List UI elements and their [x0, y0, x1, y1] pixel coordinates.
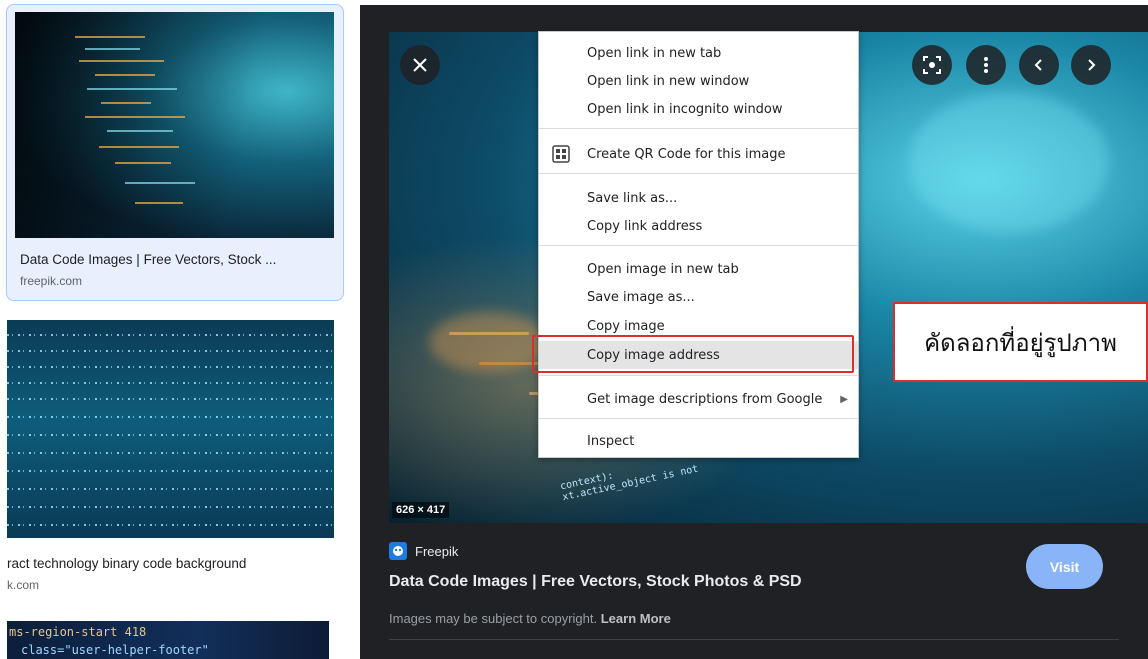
result-thumbnail-3[interactable]: ms-region-start 418 class="user-helper-f… — [7, 621, 329, 659]
result-source-2: k.com — [7, 578, 40, 592]
menu-separator — [539, 418, 858, 419]
lens-button[interactable] — [912, 45, 952, 85]
source-row[interactable]: Freepik — [389, 540, 458, 562]
context-menu: Open link in new tab Open link in new wi… — [538, 31, 859, 458]
menu-item-open-image-new-tab[interactable]: Open image in new tab — [539, 255, 858, 283]
image-dimensions: 626 × 417 — [392, 502, 450, 518]
results-column: Data Code Images | Free Vectors, Stock .… — [0, 0, 350, 659]
divider — [389, 639, 1119, 640]
visit-button[interactable]: Visit — [1026, 544, 1103, 589]
menu-item-save-link-as[interactable]: Save link as... — [539, 184, 858, 212]
menu-separator — [539, 173, 858, 174]
callout-text: คัดลอกที่อยู่รูปภาพ — [924, 328, 1117, 357]
submenu-arrow-icon: ▶ — [840, 393, 848, 405]
result-thumbnail-2[interactable] — [7, 320, 334, 538]
source-name: Freepik — [415, 543, 459, 559]
qr-code-icon — [552, 145, 570, 163]
copyright-text: Images may be subject to copyright. — [389, 611, 598, 626]
code-snippet-1: ms-region-start 418 — [9, 625, 147, 639]
freepik-logo-icon — [389, 542, 407, 560]
learn-more-link[interactable]: Learn More — [601, 611, 671, 626]
previous-button[interactable] — [1019, 45, 1059, 85]
close-button[interactable] — [400, 45, 440, 85]
menu-item-create-qr-code[interactable]: Create QR Code for this image — [539, 140, 858, 168]
close-icon — [413, 58, 427, 72]
lens-icon — [923, 56, 941, 74]
chevron-left-icon — [1034, 59, 1042, 71]
menu-separator — [539, 128, 858, 129]
result-title-1[interactable]: Data Code Images | Free Vectors, Stock .… — [20, 252, 276, 267]
result-source-1: freepik.com — [20, 274, 83, 288]
code-snippet-2: class="user-helper-footer" — [21, 643, 209, 657]
more-vert-icon — [984, 57, 988, 73]
menu-item-open-link-new-window[interactable]: Open link in new window — [539, 67, 858, 95]
preview-title[interactable]: Data Code Images | Free Vectors, Stock P… — [389, 573, 802, 591]
menu-item-open-link-incognito[interactable]: Open link in incognito window — [539, 95, 858, 123]
copyright-notice: Images may be subject to copyright. Lear… — [389, 611, 671, 626]
menu-item-inspect[interactable]: Inspect — [539, 427, 858, 455]
annotation-highlight-box — [532, 335, 854, 373]
chevron-right-icon — [1088, 59, 1096, 71]
menu-item-get-image-descriptions[interactable]: Get image descriptions from Google ▶ — [539, 385, 858, 413]
menu-item-save-image-as[interactable]: Save image as... — [539, 283, 858, 311]
menu-item-open-link-new-tab[interactable]: Open link in new tab — [539, 39, 858, 67]
menu-separator — [539, 375, 858, 376]
result-thumbnail-1[interactable] — [15, 12, 334, 238]
menu-separator — [539, 245, 858, 246]
next-button[interactable] — [1071, 45, 1111, 85]
annotation-callout: คัดลอกที่อยู่รูปภาพ — [893, 302, 1148, 382]
menu-item-copy-link-address[interactable]: Copy link address — [539, 212, 858, 240]
more-options-button[interactable] — [966, 45, 1006, 85]
result-title-2[interactable]: ract technology binary code background — [7, 556, 246, 571]
